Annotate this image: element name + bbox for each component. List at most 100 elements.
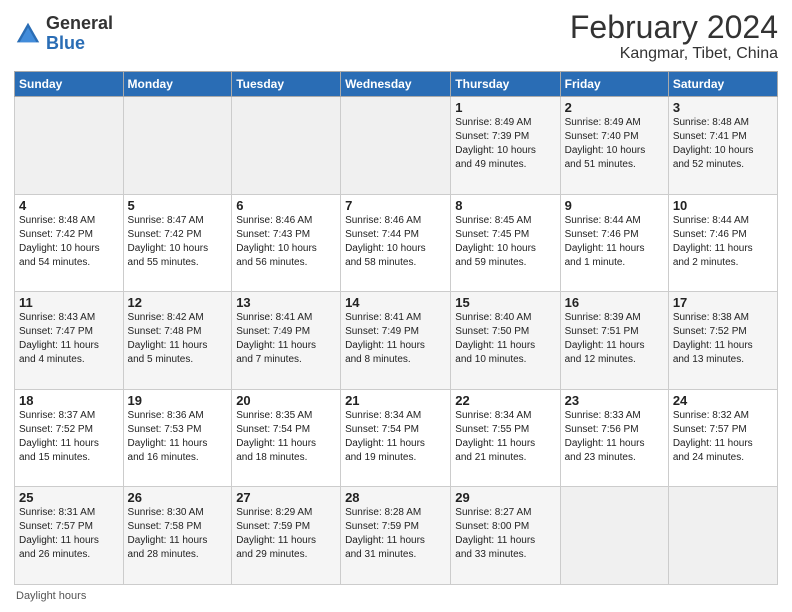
calendar-cell: 17Sunrise: 8:38 AM Sunset: 7:52 PM Dayli… [668, 292, 777, 390]
calendar-cell: 7Sunrise: 8:46 AM Sunset: 7:44 PM Daylig… [341, 194, 451, 292]
day-info: Sunrise: 8:28 AM Sunset: 7:59 PM Dayligh… [345, 506, 446, 562]
day-number: 3 [673, 100, 773, 115]
day-info: Sunrise: 8:42 AM Sunset: 7:48 PM Dayligh… [128, 311, 228, 367]
day-info: Sunrise: 8:34 AM Sunset: 7:54 PM Dayligh… [345, 409, 446, 465]
day-info: Sunrise: 8:30 AM Sunset: 7:58 PM Dayligh… [128, 506, 228, 562]
logo: General Blue [14, 14, 113, 54]
day-number: 15 [455, 295, 555, 310]
calendar-header-tuesday: Tuesday [232, 72, 341, 97]
calendar-cell: 24Sunrise: 8:32 AM Sunset: 7:57 PM Dayli… [668, 389, 777, 487]
day-number: 24 [673, 393, 773, 408]
day-number: 7 [345, 198, 446, 213]
calendar-header-sunday: Sunday [15, 72, 124, 97]
title-block: February 2024 Kangmar, Tibet, China [570, 10, 778, 63]
day-number: 13 [236, 295, 336, 310]
day-number: 6 [236, 198, 336, 213]
day-number: 25 [19, 490, 119, 505]
day-info: Sunrise: 8:33 AM Sunset: 7:56 PM Dayligh… [565, 409, 664, 465]
day-number: 10 [673, 198, 773, 213]
calendar-cell: 26Sunrise: 8:30 AM Sunset: 7:58 PM Dayli… [123, 487, 232, 585]
day-number: 27 [236, 490, 336, 505]
calendar-header-friday: Friday [560, 72, 668, 97]
day-number: 2 [565, 100, 664, 115]
calendar-cell [341, 97, 451, 195]
calendar-cell: 22Sunrise: 8:34 AM Sunset: 7:55 PM Dayli… [451, 389, 560, 487]
day-info: Sunrise: 8:37 AM Sunset: 7:52 PM Dayligh… [19, 409, 119, 465]
day-number: 12 [128, 295, 228, 310]
day-info: Sunrise: 8:39 AM Sunset: 7:51 PM Dayligh… [565, 311, 664, 367]
calendar-cell: 4Sunrise: 8:48 AM Sunset: 7:42 PM Daylig… [15, 194, 124, 292]
day-info: Sunrise: 8:32 AM Sunset: 7:57 PM Dayligh… [673, 409, 773, 465]
day-number: 11 [19, 295, 119, 310]
calendar-cell [15, 97, 124, 195]
calendar-cell [232, 97, 341, 195]
day-info: Sunrise: 8:44 AM Sunset: 7:46 PM Dayligh… [565, 214, 664, 270]
day-number: 28 [345, 490, 446, 505]
calendar-cell: 9Sunrise: 8:44 AM Sunset: 7:46 PM Daylig… [560, 194, 668, 292]
day-info: Sunrise: 8:40 AM Sunset: 7:50 PM Dayligh… [455, 311, 555, 367]
day-number: 29 [455, 490, 555, 505]
logo-blue-text: Blue [46, 34, 113, 54]
day-info: Sunrise: 8:41 AM Sunset: 7:49 PM Dayligh… [236, 311, 336, 367]
calendar-cell [668, 487, 777, 585]
day-number: 8 [455, 198, 555, 213]
day-number: 16 [565, 295, 664, 310]
day-info: Sunrise: 8:27 AM Sunset: 8:00 PM Dayligh… [455, 506, 555, 562]
calendar-cell: 1Sunrise: 8:49 AM Sunset: 7:39 PM Daylig… [451, 97, 560, 195]
day-info: Sunrise: 8:49 AM Sunset: 7:39 PM Dayligh… [455, 116, 555, 172]
calendar-header-thursday: Thursday [451, 72, 560, 97]
day-number: 4 [19, 198, 119, 213]
day-info: Sunrise: 8:46 AM Sunset: 7:43 PM Dayligh… [236, 214, 336, 270]
calendar-cell: 10Sunrise: 8:44 AM Sunset: 7:46 PM Dayli… [668, 194, 777, 292]
day-number: 5 [128, 198, 228, 213]
calendar-cell: 18Sunrise: 8:37 AM Sunset: 7:52 PM Dayli… [15, 389, 124, 487]
day-number: 23 [565, 393, 664, 408]
calendar-cell: 19Sunrise: 8:36 AM Sunset: 7:53 PM Dayli… [123, 389, 232, 487]
day-info: Sunrise: 8:34 AM Sunset: 7:55 PM Dayligh… [455, 409, 555, 465]
day-number: 9 [565, 198, 664, 213]
day-info: Sunrise: 8:48 AM Sunset: 7:41 PM Dayligh… [673, 116, 773, 172]
calendar-cell: 6Sunrise: 8:46 AM Sunset: 7:43 PM Daylig… [232, 194, 341, 292]
calendar-cell: 21Sunrise: 8:34 AM Sunset: 7:54 PM Dayli… [341, 389, 451, 487]
sub-title: Kangmar, Tibet, China [570, 45, 778, 63]
day-info: Sunrise: 8:41 AM Sunset: 7:49 PM Dayligh… [345, 311, 446, 367]
calendar-cell: 8Sunrise: 8:45 AM Sunset: 7:45 PM Daylig… [451, 194, 560, 292]
day-info: Sunrise: 8:45 AM Sunset: 7:45 PM Dayligh… [455, 214, 555, 270]
calendar-cell: 23Sunrise: 8:33 AM Sunset: 7:56 PM Dayli… [560, 389, 668, 487]
day-number: 1 [455, 100, 555, 115]
calendar-cell: 29Sunrise: 8:27 AM Sunset: 8:00 PM Dayli… [451, 487, 560, 585]
calendar-cell: 13Sunrise: 8:41 AM Sunset: 7:49 PM Dayli… [232, 292, 341, 390]
calendar-cell: 16Sunrise: 8:39 AM Sunset: 7:51 PM Dayli… [560, 292, 668, 390]
day-info: Sunrise: 8:29 AM Sunset: 7:59 PM Dayligh… [236, 506, 336, 562]
day-info: Sunrise: 8:31 AM Sunset: 7:57 PM Dayligh… [19, 506, 119, 562]
day-info: Sunrise: 8:43 AM Sunset: 7:47 PM Dayligh… [19, 311, 119, 367]
calendar-header-monday: Monday [123, 72, 232, 97]
calendar-cell: 25Sunrise: 8:31 AM Sunset: 7:57 PM Dayli… [15, 487, 124, 585]
day-info: Sunrise: 8:47 AM Sunset: 7:42 PM Dayligh… [128, 214, 228, 270]
calendar-cell: 5Sunrise: 8:47 AM Sunset: 7:42 PM Daylig… [123, 194, 232, 292]
day-info: Sunrise: 8:46 AM Sunset: 7:44 PM Dayligh… [345, 214, 446, 270]
day-number: 20 [236, 393, 336, 408]
calendar-header-wednesday: Wednesday [341, 72, 451, 97]
day-number: 18 [19, 393, 119, 408]
day-number: 21 [345, 393, 446, 408]
day-info: Sunrise: 8:48 AM Sunset: 7:42 PM Dayligh… [19, 214, 119, 270]
main-title: February 2024 [570, 10, 778, 45]
day-info: Sunrise: 8:44 AM Sunset: 7:46 PM Dayligh… [673, 214, 773, 270]
day-info: Sunrise: 8:49 AM Sunset: 7:40 PM Dayligh… [565, 116, 664, 172]
calendar-cell: 2Sunrise: 8:49 AM Sunset: 7:40 PM Daylig… [560, 97, 668, 195]
calendar-cell: 15Sunrise: 8:40 AM Sunset: 7:50 PM Dayli… [451, 292, 560, 390]
calendar-table: SundayMondayTuesdayWednesdayThursdayFrid… [14, 71, 778, 585]
day-number: 17 [673, 295, 773, 310]
calendar-cell [123, 97, 232, 195]
footer-note: Daylight hours [14, 590, 778, 602]
day-number: 22 [455, 393, 555, 408]
calendar-cell [560, 487, 668, 585]
day-number: 19 [128, 393, 228, 408]
day-number: 26 [128, 490, 228, 505]
calendar-cell: 20Sunrise: 8:35 AM Sunset: 7:54 PM Dayli… [232, 389, 341, 487]
day-info: Sunrise: 8:38 AM Sunset: 7:52 PM Dayligh… [673, 311, 773, 367]
day-info: Sunrise: 8:36 AM Sunset: 7:53 PM Dayligh… [128, 409, 228, 465]
calendar-cell: 12Sunrise: 8:42 AM Sunset: 7:48 PM Dayli… [123, 292, 232, 390]
calendar-header-saturday: Saturday [668, 72, 777, 97]
